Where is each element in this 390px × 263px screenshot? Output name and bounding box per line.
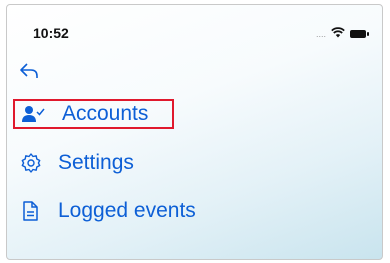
status-icons: ....	[315, 25, 369, 43]
menu-item-label: Settings	[58, 151, 134, 174]
gear-icon	[20, 152, 46, 174]
menu-item-logged-events[interactable]: Logged events	[20, 195, 196, 227]
document-icon	[20, 200, 46, 222]
menu-item-label: Logged events	[58, 199, 196, 222]
status-bar: 10:52 ....	[7, 5, 382, 49]
back-button[interactable]	[18, 62, 40, 84]
phone-screen: 10:52 .... Accounts Settings Logged even…	[6, 4, 383, 260]
menu-item-accounts[interactable]: Accounts	[13, 99, 174, 129]
battery-icon	[350, 30, 369, 38]
menu-item-settings[interactable]: Settings	[20, 147, 134, 179]
wifi-icon	[331, 25, 345, 43]
menu-item-label: Accounts	[62, 102, 149, 125]
signal-icon: ....	[315, 29, 326, 39]
account-check-icon	[22, 103, 48, 125]
back-arrow-icon	[19, 62, 39, 85]
status-time: 10:52	[33, 25, 69, 41]
